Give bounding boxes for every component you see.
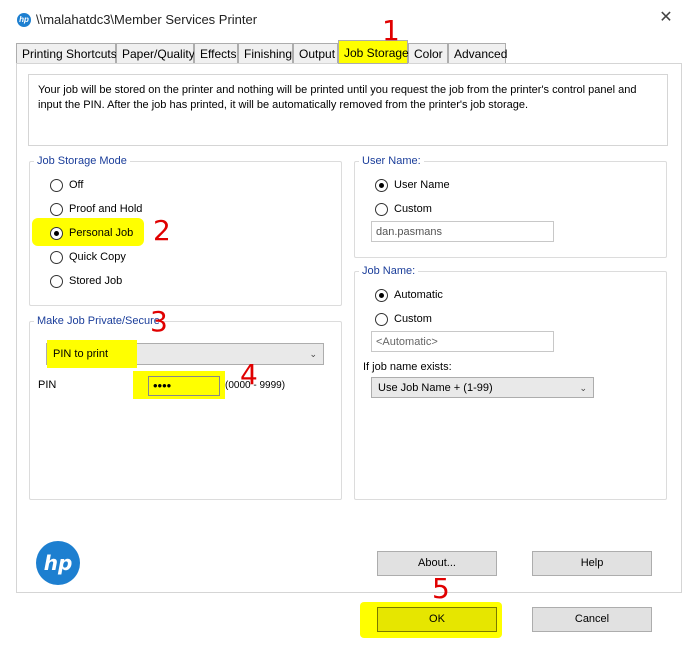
radio-button[interactable] — [50, 250, 63, 264]
chevron-down-icon: ⌄ — [579, 383, 587, 393]
radio-label: Automatic — [394, 289, 443, 301]
pin-to-print-select[interactable]: PIN to print ⌄ — [46, 340, 324, 368]
radio-quick-copy[interactable]: Quick Copy — [50, 248, 126, 266]
help-button[interactable]: Help — [532, 551, 652, 576]
annotation-number: 1 — [382, 14, 400, 47]
tab-paper-quality[interactable]: Paper/Quality — [116, 43, 195, 65]
radio-job-custom[interactable]: Custom — [375, 310, 432, 328]
close-icon[interactable]: ✕ — [658, 8, 674, 28]
job-storage-mode-title: Job Storage Mode — [34, 155, 130, 167]
description-text: Your job will be stored on the printer a… — [28, 74, 668, 146]
annotation-number: 3 — [150, 305, 168, 338]
annotation-number: 2 — [153, 214, 171, 247]
chevron-down-icon: ⌄ — [309, 349, 317, 359]
cancel-button[interactable]: Cancel — [532, 607, 652, 632]
select-value: PIN to print — [53, 348, 109, 360]
tab-advanced[interactable]: Advanced — [448, 43, 507, 65]
radio-automatic[interactable]: Automatic — [375, 286, 443, 304]
window-title: \\malahatdc3\Member Services Printer — [36, 12, 258, 27]
radio-user-custom[interactable]: Custom — [375, 200, 432, 218]
radio-button[interactable] — [50, 274, 63, 288]
radio-label: Quick Copy — [69, 251, 126, 263]
annotation-number: 4 — [240, 358, 258, 391]
select-value: Use Job Name + (1-99) — [378, 382, 493, 394]
radio-button[interactable] — [50, 178, 63, 192]
ok-button[interactable]: OK — [377, 607, 497, 632]
make-private-title: Make Job Private/Secure — [34, 315, 163, 327]
radio-label: Custom — [394, 203, 432, 215]
radio-label: Personal Job — [69, 227, 134, 239]
radio-user-name[interactable]: User Name — [375, 176, 450, 194]
tab-finishing[interactable]: Finishing — [238, 43, 293, 65]
radio-label: Custom — [394, 313, 432, 325]
user-name-input[interactable]: dan.pasmans — [371, 221, 554, 242]
user-name-title: User Name: — [359, 155, 424, 167]
pin-input[interactable]: •••• — [148, 376, 220, 396]
radio-off[interactable]: Off — [50, 176, 83, 194]
tab-output[interactable]: Output — [293, 43, 338, 65]
tab-printing-shortcuts[interactable]: Printing Shortcuts — [16, 43, 117, 65]
radio-button[interactable] — [50, 226, 63, 240]
radio-button[interactable] — [375, 288, 388, 302]
radio-personal-job[interactable]: Personal Job — [50, 224, 133, 242]
hp-logo: hp — [36, 541, 80, 585]
radio-label: Stored Job — [69, 275, 123, 287]
radio-button[interactable] — [375, 312, 388, 326]
job-exists-label: If job name exists: — [363, 361, 452, 373]
job-name-input[interactable]: <Automatic> — [371, 331, 554, 352]
pin-label: PIN — [38, 379, 57, 391]
annotation-number: 5 — [432, 572, 450, 605]
radio-button[interactable] — [375, 178, 388, 192]
hp-app-icon: hp — [17, 13, 31, 27]
job-name-title: Job Name: — [359, 265, 419, 277]
job-exists-select[interactable]: Use Job Name + (1-99) ⌄ — [371, 377, 594, 398]
radio-label: Off — [69, 179, 84, 191]
radio-stored-job[interactable]: Stored Job — [50, 272, 122, 290]
radio-button[interactable] — [50, 202, 63, 216]
tab-effects[interactable]: Effects — [194, 43, 238, 65]
radio-label: Proof and Hold — [69, 203, 143, 215]
radio-button[interactable] — [375, 202, 388, 216]
radio-label: User Name — [394, 179, 450, 191]
radio-proof-and-hold[interactable]: Proof and Hold — [50, 200, 142, 218]
tab-color[interactable]: Color — [408, 43, 448, 65]
